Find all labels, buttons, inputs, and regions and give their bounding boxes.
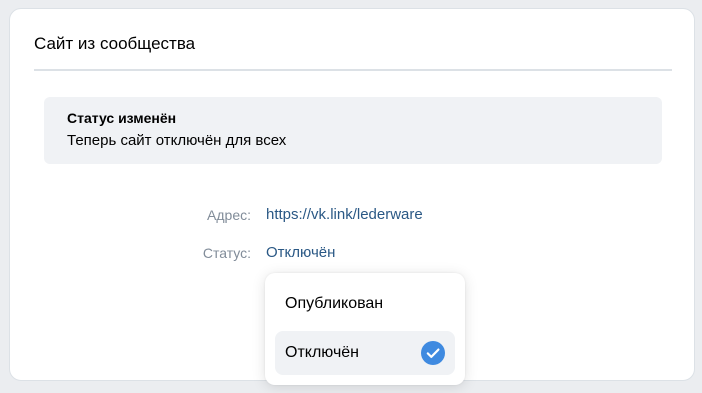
option-label: Опубликован [285, 295, 384, 312]
notice-text: Теперь сайт отключён для всех [67, 132, 287, 149]
status-option-published[interactable]: Опубликован [275, 282, 455, 326]
address-label: Адрес: [207, 207, 251, 223]
checkmark-circle-icon [421, 341, 445, 365]
status-dropdown-menu: Опубликован Отключён [265, 273, 465, 385]
card-title: Сайт из сообщества [34, 34, 196, 53]
status-label: Статус: [202, 245, 251, 261]
status-changed-notice: Статус изменён Теперь сайт отключён для … [44, 97, 662, 164]
option-label: Отключён [285, 344, 360, 361]
title-divider [34, 69, 672, 71]
notice-title: Статус изменён [67, 110, 177, 126]
status-option-disabled[interactable]: Отключён [275, 331, 455, 375]
address-link[interactable]: https://vk.link/lederware [266, 206, 423, 224]
status-dropdown-toggle[interactable]: Отключён [266, 244, 335, 262]
